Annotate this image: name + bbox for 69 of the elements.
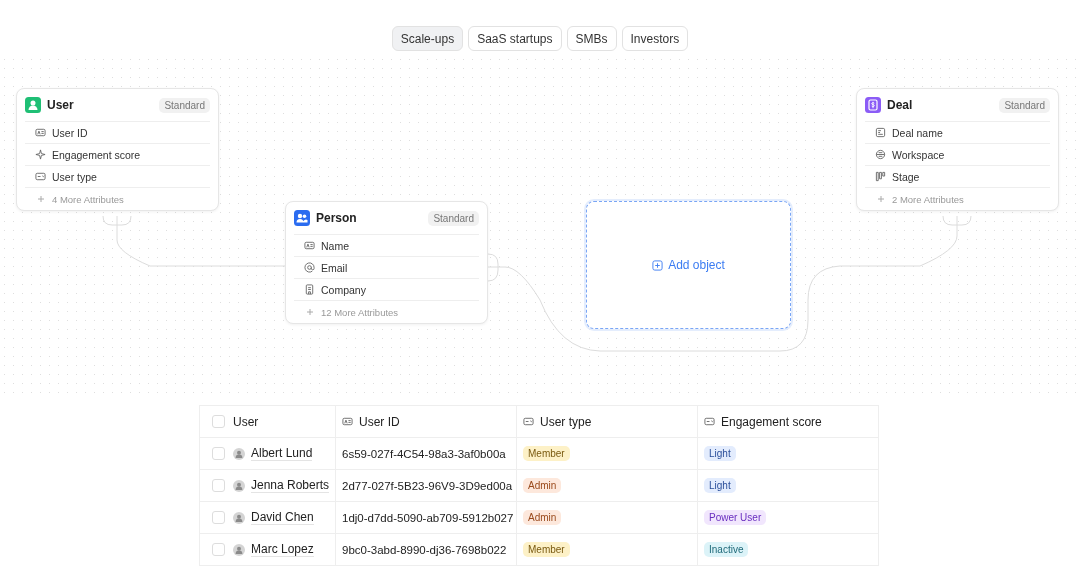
- field-icon: [342, 416, 353, 427]
- standard-badge: Standard: [428, 210, 479, 226]
- field-icon: [875, 127, 886, 138]
- user-name[interactable]: Albert Lund: [251, 446, 313, 461]
- attribute-label: Email: [321, 261, 348, 274]
- field-icon: [35, 127, 46, 138]
- avatar-icon: [233, 479, 245, 492]
- field-icon: [35, 171, 46, 182]
- user-name[interactable]: David Chen: [251, 510, 314, 525]
- column-header: User type: [540, 414, 592, 429]
- engagement-tag: Light: [704, 478, 736, 493]
- attribute-label: Name: [321, 239, 349, 252]
- attribute-label: User type: [52, 170, 97, 183]
- filter-tab[interactable]: SaaS startups: [468, 26, 562, 51]
- user-type-tag: Admin: [523, 478, 562, 493]
- user-id-cell: 1dj0-d7dd-5090-ab709-5912b027: [342, 511, 514, 524]
- add-icon: [652, 259, 664, 271]
- user-id-cell: 9bc0-3abd-8990-dj36-7698b022: [342, 543, 507, 556]
- filter-tab[interactable]: Investors: [621, 26, 689, 51]
- user-name[interactable]: Jenna Roberts: [251, 478, 330, 493]
- row-checkbox[interactable]: [212, 447, 225, 460]
- plus-icon: [37, 195, 45, 203]
- object-card[interactable]: Deal Standard Deal name Workspace Stage 2 More Attributes: [856, 88, 1059, 211]
- column-header: Engagement score: [721, 414, 822, 429]
- user-type-tag: Member: [523, 446, 570, 461]
- standard-badge: Standard: [999, 97, 1050, 113]
- plus-icon: [306, 308, 314, 316]
- attribute-label: User ID: [52, 126, 88, 139]
- object-title: Person: [316, 211, 358, 225]
- attribute-label: Company: [321, 283, 366, 296]
- attribute-label: Deal name: [892, 126, 943, 139]
- user-name[interactable]: Marc Lopez: [251, 542, 314, 557]
- filter-tab[interactable]: Scale-ups: [391, 26, 464, 51]
- row-checkbox[interactable]: [212, 479, 225, 492]
- add-object-label: Add object: [668, 258, 725, 272]
- user-id-cell: 6s59-027f-4C54-98a3-3af0b00a: [342, 447, 506, 460]
- engagement-tag: Power User: [704, 510, 767, 525]
- avatar-icon: [233, 543, 245, 556]
- user-type-tag: Member: [523, 542, 570, 557]
- attribute-label: Stage: [892, 170, 920, 183]
- object-title: User: [47, 98, 75, 112]
- user-id-cell: 2d77-027f-5B23-96V9-3D9ed00a: [342, 479, 513, 492]
- standard-badge: Standard: [159, 97, 210, 113]
- add-object-area[interactable]: Add object: [586, 201, 791, 329]
- select-all-checkbox[interactable]: [212, 415, 225, 428]
- column-header: User: [233, 414, 259, 429]
- at-sign-icon: [304, 262, 315, 273]
- row-checkbox[interactable]: [212, 511, 225, 524]
- object-card[interactable]: Person Standard Name Email Company 12 More Attributes: [285, 201, 488, 324]
- field-icon: [304, 240, 315, 251]
- building-icon: [304, 284, 315, 295]
- avatar-icon: [233, 447, 245, 460]
- engagement-tag: Inactive: [704, 542, 749, 557]
- attribute-label: Engagement score: [52, 148, 141, 161]
- user-type-tag: Admin: [523, 510, 562, 525]
- field-icon: [523, 416, 534, 427]
- columns-icon: [875, 171, 886, 182]
- attribute-label: Workspace: [892, 148, 945, 161]
- globe-icon: [875, 149, 886, 160]
- object-card[interactable]: User Standard User ID Engagement score User type 4 More Attributes: [16, 88, 219, 211]
- engagement-tag: Light: [704, 446, 736, 461]
- avatar-icon: [233, 511, 245, 524]
- sparkle-icon: [35, 149, 46, 160]
- filter-tab[interactable]: SMBs: [566, 26, 617, 51]
- field-icon: [704, 416, 715, 427]
- object-title: Deal: [887, 98, 914, 112]
- column-header: User ID: [359, 414, 400, 429]
- plus-icon: [877, 195, 885, 203]
- row-checkbox[interactable]: [212, 543, 225, 556]
